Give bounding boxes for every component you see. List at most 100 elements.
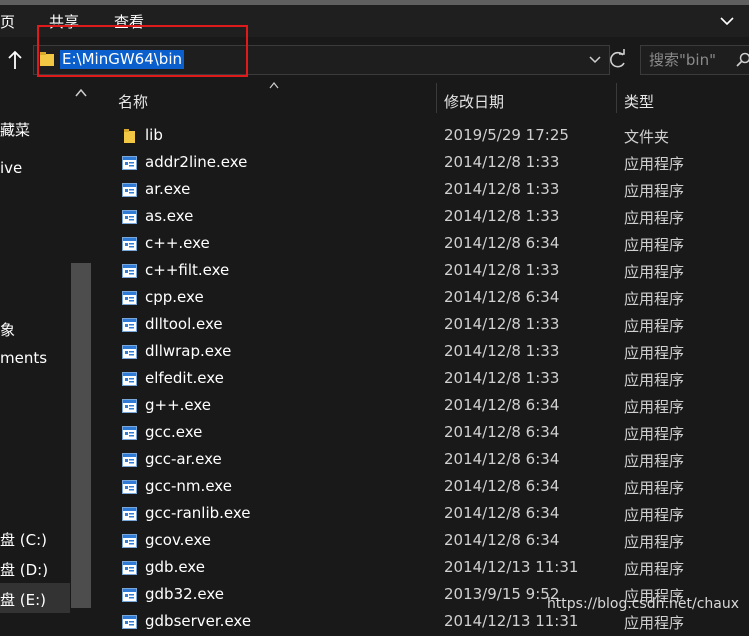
file-name: c++filt.exe xyxy=(145,261,229,279)
file-type: 应用程序 xyxy=(624,315,684,336)
file-modified-date: 2014/12/8 6:34 xyxy=(444,396,559,414)
file-modified-date: 2014/12/8 1:33 xyxy=(444,342,559,360)
folder-icon xyxy=(122,129,137,143)
file-row[interactable]: gcc-ranlib.exe 2014/12/8 6:34 应用程序 xyxy=(93,501,749,528)
exe-icon xyxy=(122,561,137,575)
file-row[interactable]: as.exe2014/12/8 1:33应用程序 xyxy=(93,204,749,231)
file-row[interactable]: g++.exe2014/12/8 6:34应用程序 xyxy=(93,393,749,420)
file-type: 应用程序 xyxy=(624,180,684,201)
file-row[interactable]: elfedit.exe2014/12/8 1:33应用程序 xyxy=(93,366,749,393)
file-modified-date: 2014/12/8 6:34 xyxy=(444,288,559,306)
file-modified-date: 2014/12/8 1:33 xyxy=(444,369,559,387)
file-row[interactable]: c++filt.exe 2014/12/8 1:33 应用程序 xyxy=(93,258,749,285)
exe-icon xyxy=(122,507,137,521)
nav-item-3d-objects[interactable]: 象 xyxy=(0,319,15,340)
file-type: 应用程序 xyxy=(624,531,684,552)
file-modified-date: 2014/12/8 1:33 xyxy=(444,207,559,225)
column-header-modified[interactable]: 修改日期 xyxy=(444,91,504,112)
file-row[interactable]: dllwrap.exe2014/12/8 1:33应用程序 xyxy=(93,339,749,366)
tab-home[interactable]: 页 xyxy=(0,11,15,32)
refresh-icon[interactable] xyxy=(607,45,629,75)
file-type: 应用程序 xyxy=(624,558,684,579)
file-name: gcc-nm.exe xyxy=(145,477,232,495)
exe-icon xyxy=(122,426,137,440)
nav-item-onedrive[interactable]: ive xyxy=(0,159,22,177)
exe-icon xyxy=(122,264,137,278)
file-modified-date: 2014/12/8 6:34 xyxy=(444,531,559,549)
file-type: 应用程序 xyxy=(624,288,684,309)
exe-icon xyxy=(122,480,137,494)
file-name: gdb.exe xyxy=(145,558,205,576)
sort-ascending-icon xyxy=(269,81,279,89)
file-modified-date: 2014/12/8 6:34 xyxy=(444,477,559,495)
exe-icon xyxy=(122,588,137,602)
nav-item-drive-c[interactable]: 盘 (C:) xyxy=(0,529,47,550)
file-type: 应用程序 xyxy=(624,369,684,390)
file-type: 应用程序 xyxy=(624,477,684,498)
up-arrow-icon[interactable] xyxy=(6,49,24,71)
column-divider[interactable] xyxy=(436,83,437,113)
file-row[interactable]: gcc-ar.exe 2014/12/8 6:34 应用程序 xyxy=(93,447,749,474)
nav-scrollbar-thumb[interactable] xyxy=(71,263,91,608)
file-list-pane: 名称 修改日期 类型 lib2019/5/29 17:25文件夹addr2lin… xyxy=(93,83,749,625)
file-row[interactable]: gdb.exe2014/12/13 11:31应用程序 xyxy=(93,555,749,582)
file-type: 应用程序 xyxy=(624,396,684,417)
navigation-pane: 藏菜 ive 象 ments 盘 (C:) 盘 (D:) 盘 (E:) xyxy=(0,83,93,625)
exe-icon xyxy=(122,534,137,548)
file-modified-date: 2014/12/8 6:34 xyxy=(444,450,559,468)
search-box[interactable] xyxy=(640,45,749,75)
file-modified-date: 2014/12/8 1:33 xyxy=(444,153,559,171)
file-modified-date: 2014/12/8 1:33 xyxy=(444,261,559,279)
column-header-name[interactable]: 名称 xyxy=(118,91,148,112)
file-row[interactable]: addr2line.exe2014/12/8 1:33应用程序 xyxy=(93,150,749,177)
file-modified-date: 2014/12/8 6:34 xyxy=(444,504,559,522)
file-row[interactable]: ar.exe2014/12/8 1:33应用程序 xyxy=(93,177,749,204)
nav-item-drive-e[interactable]: 盘 (E:) xyxy=(0,589,46,610)
file-name: dllwrap.exe xyxy=(145,342,231,360)
file-name: gcc.exe xyxy=(145,423,202,441)
file-name: cpp.exe xyxy=(145,288,204,306)
file-row[interactable]: c++.exe2014/12/8 6:34应用程序 xyxy=(93,231,749,258)
search-input[interactable] xyxy=(641,46,749,74)
file-name: gdb32.exe xyxy=(145,585,224,603)
ribbon-expand-chevron-icon[interactable] xyxy=(719,13,735,29)
file-type: 应用程序 xyxy=(624,504,684,525)
exe-icon xyxy=(122,318,137,332)
file-name: gcc-ar.exe xyxy=(145,450,222,468)
file-type: 应用程序 xyxy=(624,261,684,282)
watermark-text: https://blog.csdn.net/chaux xyxy=(547,596,739,612)
file-type: 应用程序 xyxy=(624,450,684,471)
nav-item-drive-d[interactable]: 盘 (D:) xyxy=(0,559,48,580)
file-row[interactable]: gcc.exe2014/12/8 6:34应用程序 xyxy=(93,420,749,447)
file-row[interactable]: dlltool.exe2014/12/8 1:33应用程序 xyxy=(93,312,749,339)
search-icon[interactable] xyxy=(736,52,749,68)
column-divider[interactable] xyxy=(616,83,617,113)
file-name: lib xyxy=(145,126,163,144)
file-row[interactable]: gcov.exe 2014/12/8 6:34 应用程序 xyxy=(93,528,749,555)
file-name: gdbserver.exe xyxy=(145,612,251,630)
file-modified-date: 2013/9/15 9:52 xyxy=(444,585,559,603)
exe-icon xyxy=(122,237,137,251)
column-header-type[interactable]: 类型 xyxy=(624,91,654,112)
nav-scrollbar[interactable] xyxy=(71,83,91,625)
file-modified-date: 2014/12/8 6:34 xyxy=(444,423,559,441)
scroll-up-arrow-icon[interactable] xyxy=(75,88,87,98)
file-modified-date: 2014/12/8 6:34 xyxy=(444,234,559,252)
address-dropdown-icon[interactable] xyxy=(589,54,601,64)
file-modified-date: 2014/12/8 1:33 xyxy=(444,180,559,198)
file-name: gcov.exe xyxy=(145,531,211,549)
file-name: gcc-ranlib.exe xyxy=(145,504,251,522)
exe-icon xyxy=(122,291,137,305)
file-name: as.exe xyxy=(145,207,193,225)
file-modified-date: 2019/5/29 17:25 xyxy=(444,126,569,144)
nav-item-favorites[interactable]: 藏菜 xyxy=(0,119,30,140)
file-row[interactable]: lib2019/5/29 17:25文件夹 xyxy=(93,123,749,150)
file-name: c++.exe xyxy=(145,234,210,252)
exe-icon xyxy=(122,156,137,170)
file-type: 应用程序 xyxy=(624,612,684,633)
file-row[interactable]: cpp.exe 2014/12/8 6:34 应用程序 xyxy=(93,285,749,312)
file-row[interactable]: gcc-nm.exe 2014/12/8 6:34 应用程序 xyxy=(93,474,749,501)
file-row[interactable]: gdbserver.exe2014/12/13 11:31应用程序 xyxy=(93,609,749,636)
nav-item-documents[interactable]: ments xyxy=(0,349,47,367)
annotation-highlight-box xyxy=(37,25,248,77)
